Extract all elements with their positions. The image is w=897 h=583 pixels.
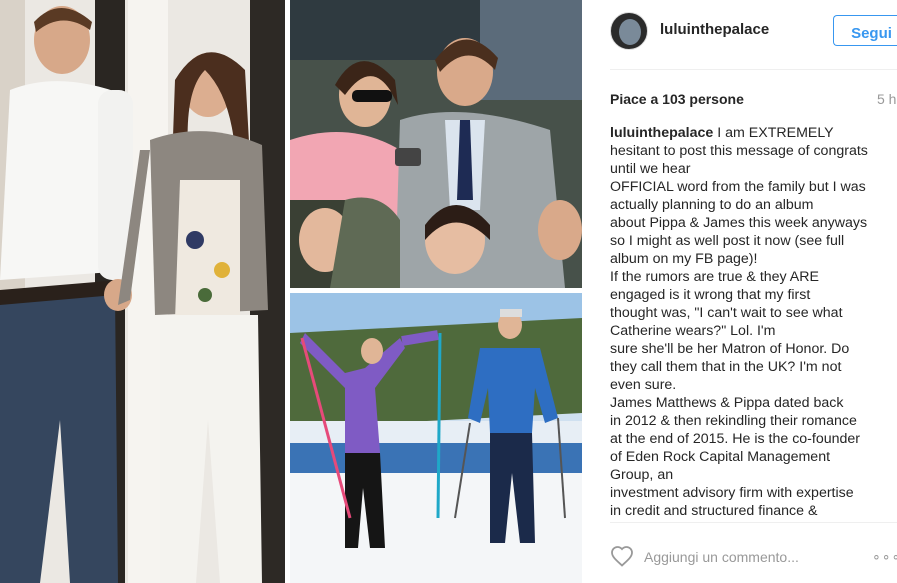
caption-line: of Eden Rock Capital Management	[610, 449, 831, 465]
post-header: luluinthepalace Segui	[582, 0, 897, 66]
caption-line: thought was, "I can't wait to see what	[610, 305, 843, 321]
caption-container: luluinthepalace I am EXTREMELY hesitant …	[610, 124, 897, 521]
heart-icon[interactable]	[610, 545, 634, 567]
divider	[610, 522, 897, 523]
caption-line: OFFICIAL word from the family but I was	[610, 179, 866, 195]
caption-line-text: I am EXTREMELY	[717, 125, 834, 141]
more-options-icon[interactable]: ∘∘∘	[872, 548, 897, 565]
avatar[interactable]	[610, 12, 648, 50]
post-image-collage[interactable]	[0, 0, 582, 583]
caption-username[interactable]: luluinthepalace	[610, 125, 713, 141]
caption-line: album on my FB page)!	[610, 251, 758, 267]
caption-line: until we hear	[610, 161, 691, 177]
caption-line: in 2012 & then rekindling their romance	[610, 413, 857, 429]
photo-stands-crowd	[290, 0, 582, 288]
caption-line: so I might as well post it now (see full	[610, 233, 845, 249]
avatar-picture	[619, 19, 641, 45]
caption-line: Group, an	[610, 467, 674, 483]
caption-line: luluinthepalace I am EXTREMELY	[610, 124, 897, 142]
caption-line: in credit and structured finance &	[610, 503, 818, 519]
follow-button[interactable]: Segui	[833, 15, 897, 46]
caption-line: hesitant to post this message of congrat…	[610, 143, 868, 159]
caption-line: even sure.	[610, 377, 677, 393]
caption-line: at the end of 2015. He is the co-founder	[610, 431, 861, 447]
photo-skiing	[290, 293, 582, 583]
caption-line: If the rumors are true & they ARE	[610, 269, 819, 285]
comment-input[interactable]	[644, 547, 814, 567]
username-link[interactable]: luluinthepalace	[660, 21, 769, 38]
caption-line: sure she'll be her Matron of Honor. Do	[610, 341, 850, 357]
caption-text: luluinthepalace I am EXTREMELY hesitant …	[610, 124, 897, 520]
caption-line: investment advisory firm with expertise	[610, 485, 854, 501]
caption-line: James Matthews & Pippa dated back	[610, 395, 844, 411]
post-details-panel: luluinthepalace Segui Piace a 103 person…	[582, 0, 897, 583]
post-timestamp[interactable]: 5 h	[877, 91, 896, 107]
photo-couple-walking	[0, 0, 285, 583]
caption-line: engaged is it wrong that my first	[610, 287, 811, 303]
caption-line: Catherine wears?" Lol. I'm	[610, 323, 776, 339]
caption-line: actually planning to do an album	[610, 197, 814, 213]
likes-count[interactable]: Piace a 103 persone	[610, 91, 744, 107]
divider	[610, 69, 897, 70]
caption-line: about Pippa & James this week anyways	[610, 215, 868, 231]
caption-line: they call them that in the UK? I'm not	[610, 359, 842, 375]
